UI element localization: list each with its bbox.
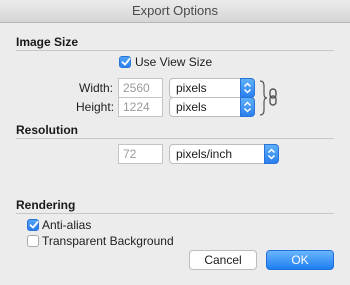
popup-arrows-icon (240, 97, 255, 117)
cancel-button[interactable]: Cancel (189, 250, 257, 270)
image-size-divider (16, 50, 334, 51)
width-unit-popup[interactable]: pixels (169, 78, 255, 98)
dialog-content: Image Size Use View Size Width: 2560 pix… (0, 23, 350, 285)
image-size-heading: Image Size (16, 35, 79, 49)
window-title: Export Options (0, 0, 350, 23)
rendering-divider (16, 213, 334, 214)
height-unit-popup[interactable]: pixels (169, 97, 255, 117)
resolution-field[interactable]: 72 (118, 144, 163, 164)
height-unit-value: pixels (176, 100, 207, 114)
resolution-heading: Resolution (16, 123, 78, 137)
checkmark-icon (29, 221, 39, 229)
height-label: Height: (76, 100, 115, 114)
width-field[interactable]: 2560 (118, 78, 163, 98)
height-field[interactable]: 1224 (118, 97, 163, 117)
resolution-divider (16, 138, 334, 139)
checkmark-icon (121, 58, 131, 66)
anti-alias-checkbox[interactable] (27, 219, 39, 231)
resolution-unit-value: pixels/inch (176, 147, 233, 161)
resolution-unit-popup[interactable]: pixels/inch (169, 144, 279, 164)
use-view-size-label[interactable]: Use View Size (135, 55, 212, 69)
chain-link-icon[interactable] (258, 79, 282, 117)
anti-alias-label[interactable]: Anti-alias (42, 218, 91, 232)
transparent-background-label[interactable]: Transparent Background (42, 234, 174, 248)
use-view-size-checkbox[interactable] (119, 56, 131, 68)
width-unit-value: pixels (176, 81, 207, 95)
width-label: Width: (79, 81, 114, 95)
popup-arrows-icon (264, 144, 279, 164)
transparent-background-checkbox[interactable] (27, 235, 39, 247)
ok-button[interactable]: OK (266, 250, 334, 270)
rendering-heading: Rendering (16, 198, 76, 212)
popup-arrows-icon (240, 78, 255, 98)
